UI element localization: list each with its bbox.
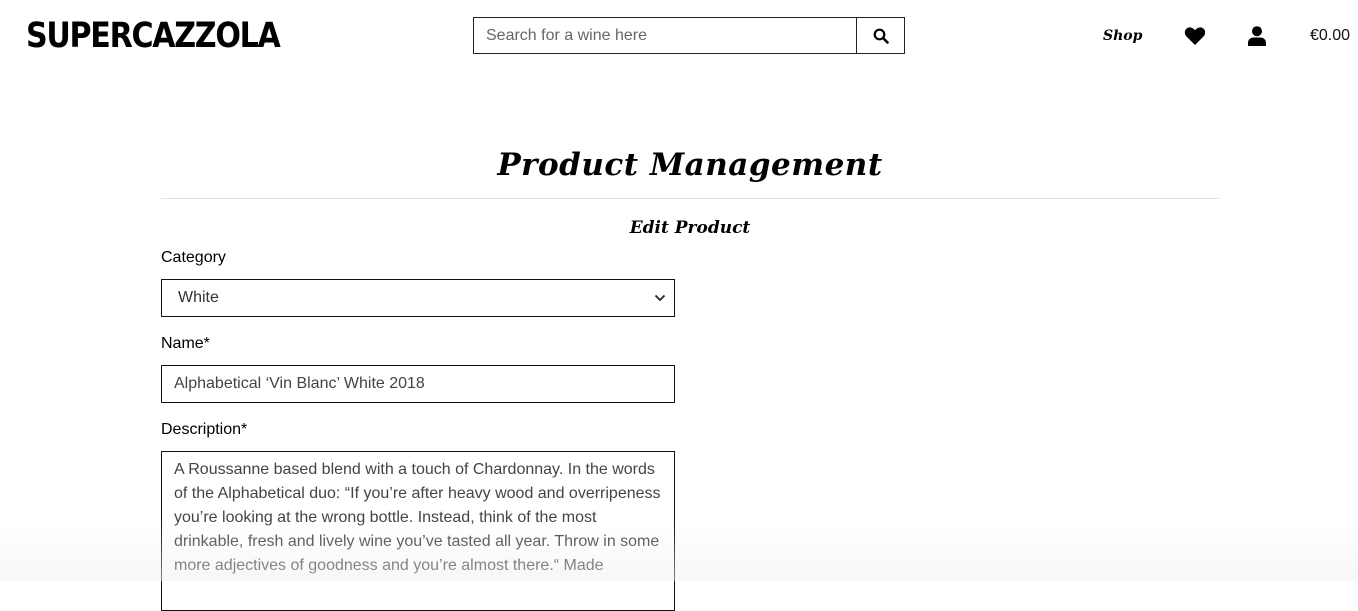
account-button[interactable] (1248, 22, 1266, 50)
category-selected-value: White (178, 289, 219, 306)
section-title: Edit Product (629, 218, 751, 238)
description-textarea[interactable]: A Roussanne based blend with a touch of … (161, 451, 675, 611)
bag-total[interactable]: €0.00 (1310, 22, 1350, 50)
brand-logo[interactable]: SUPERCAZZOLA (26, 14, 281, 58)
user-icon (1248, 26, 1266, 46)
wishlist-button[interactable] (1184, 22, 1206, 50)
category-label: Category (161, 249, 226, 266)
description-label: Description* (161, 421, 248, 438)
title-divider (161, 198, 1219, 199)
search-input[interactable] (474, 18, 856, 53)
category-select[interactable]: White (161, 279, 675, 317)
search-bar (473, 17, 905, 54)
page-title: Product Management (497, 147, 883, 183)
name-input[interactable]: Alphabetical ‘Vin Blanc’ White 2018 (161, 365, 675, 403)
nav-shop-link[interactable]: Shop (1103, 22, 1142, 50)
site-header: SUPERCAZZOLA Shop €0.00 (0, 0, 1358, 80)
name-label: Name* (161, 335, 210, 352)
search-button[interactable] (856, 18, 904, 53)
heart-icon (1184, 27, 1206, 45)
chevron-down-icon (654, 294, 666, 302)
search-icon (873, 28, 889, 44)
